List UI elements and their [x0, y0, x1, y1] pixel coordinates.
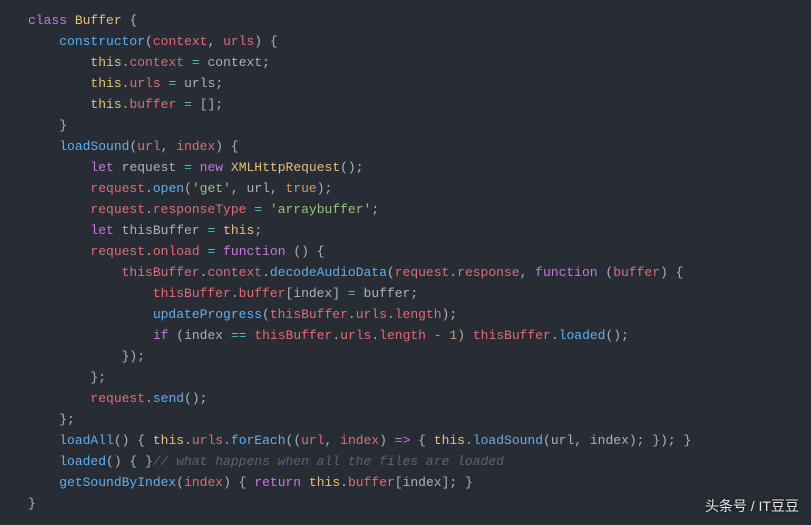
- op-eq: =: [192, 55, 200, 70]
- method-loadall: loadAll: [59, 433, 114, 448]
- keyword-return: return: [254, 475, 301, 490]
- prop-urls: urls: [129, 76, 160, 91]
- param-index: index: [176, 139, 215, 154]
- string-arraybuffer: 'arraybuffer': [270, 202, 371, 217]
- var-thisbuffer: thisBuffer: [122, 223, 200, 238]
- method-loadsound: loadSound: [59, 139, 129, 154]
- method-decodeaudiodata: decodeAudioData: [270, 265, 387, 280]
- op-minus: -: [434, 328, 442, 343]
- watermark-text: 头条号 / IT豆豆: [705, 496, 799, 517]
- keyword-class: class: [28, 13, 67, 28]
- fn-updateprogress: updateProgress: [153, 307, 262, 322]
- prop-length: length: [395, 307, 442, 322]
- empty-array: []: [200, 97, 216, 112]
- comment-loaded: // what happens when all the files are l…: [153, 454, 504, 469]
- keyword-function: function: [223, 244, 285, 259]
- keyword-new: new: [200, 160, 223, 175]
- prop-response: response: [457, 265, 519, 280]
- class-xhr: XMLHttpRequest: [231, 160, 340, 175]
- brace: {: [129, 13, 137, 28]
- prop-responsetype: responseType: [153, 202, 247, 217]
- method-loaded: loaded: [559, 328, 606, 343]
- method-getsoundbyindex: getSoundByIndex: [59, 475, 176, 490]
- var-request: request: [122, 160, 177, 175]
- keyword-if: if: [153, 328, 169, 343]
- literal-true: true: [286, 181, 317, 196]
- prop-context: context: [129, 55, 184, 70]
- this-keyword: this: [90, 55, 121, 70]
- constructor-keyword: constructor: [59, 34, 145, 49]
- var-context: context: [208, 55, 263, 70]
- arrow-fn: =>: [395, 433, 411, 448]
- brace-close: }: [28, 496, 36, 511]
- class-name-buffer: Buffer: [75, 13, 122, 28]
- method-foreach: forEach: [231, 433, 286, 448]
- prop-onload: onload: [153, 244, 200, 259]
- method-loaded-def: loaded: [59, 454, 106, 469]
- prop-buffer: buffer: [129, 97, 176, 112]
- keyword-let: let: [90, 160, 113, 175]
- op-eqeq: ==: [231, 328, 247, 343]
- param-context: context: [153, 34, 208, 49]
- param-urls: urls: [223, 34, 254, 49]
- code-editor: class Buffer { constructor(context, urls…: [0, 0, 811, 524]
- string-get: 'get': [192, 181, 231, 196]
- param-url: url: [137, 139, 160, 154]
- method-open: open: [153, 181, 184, 196]
- method-send: send: [153, 391, 184, 406]
